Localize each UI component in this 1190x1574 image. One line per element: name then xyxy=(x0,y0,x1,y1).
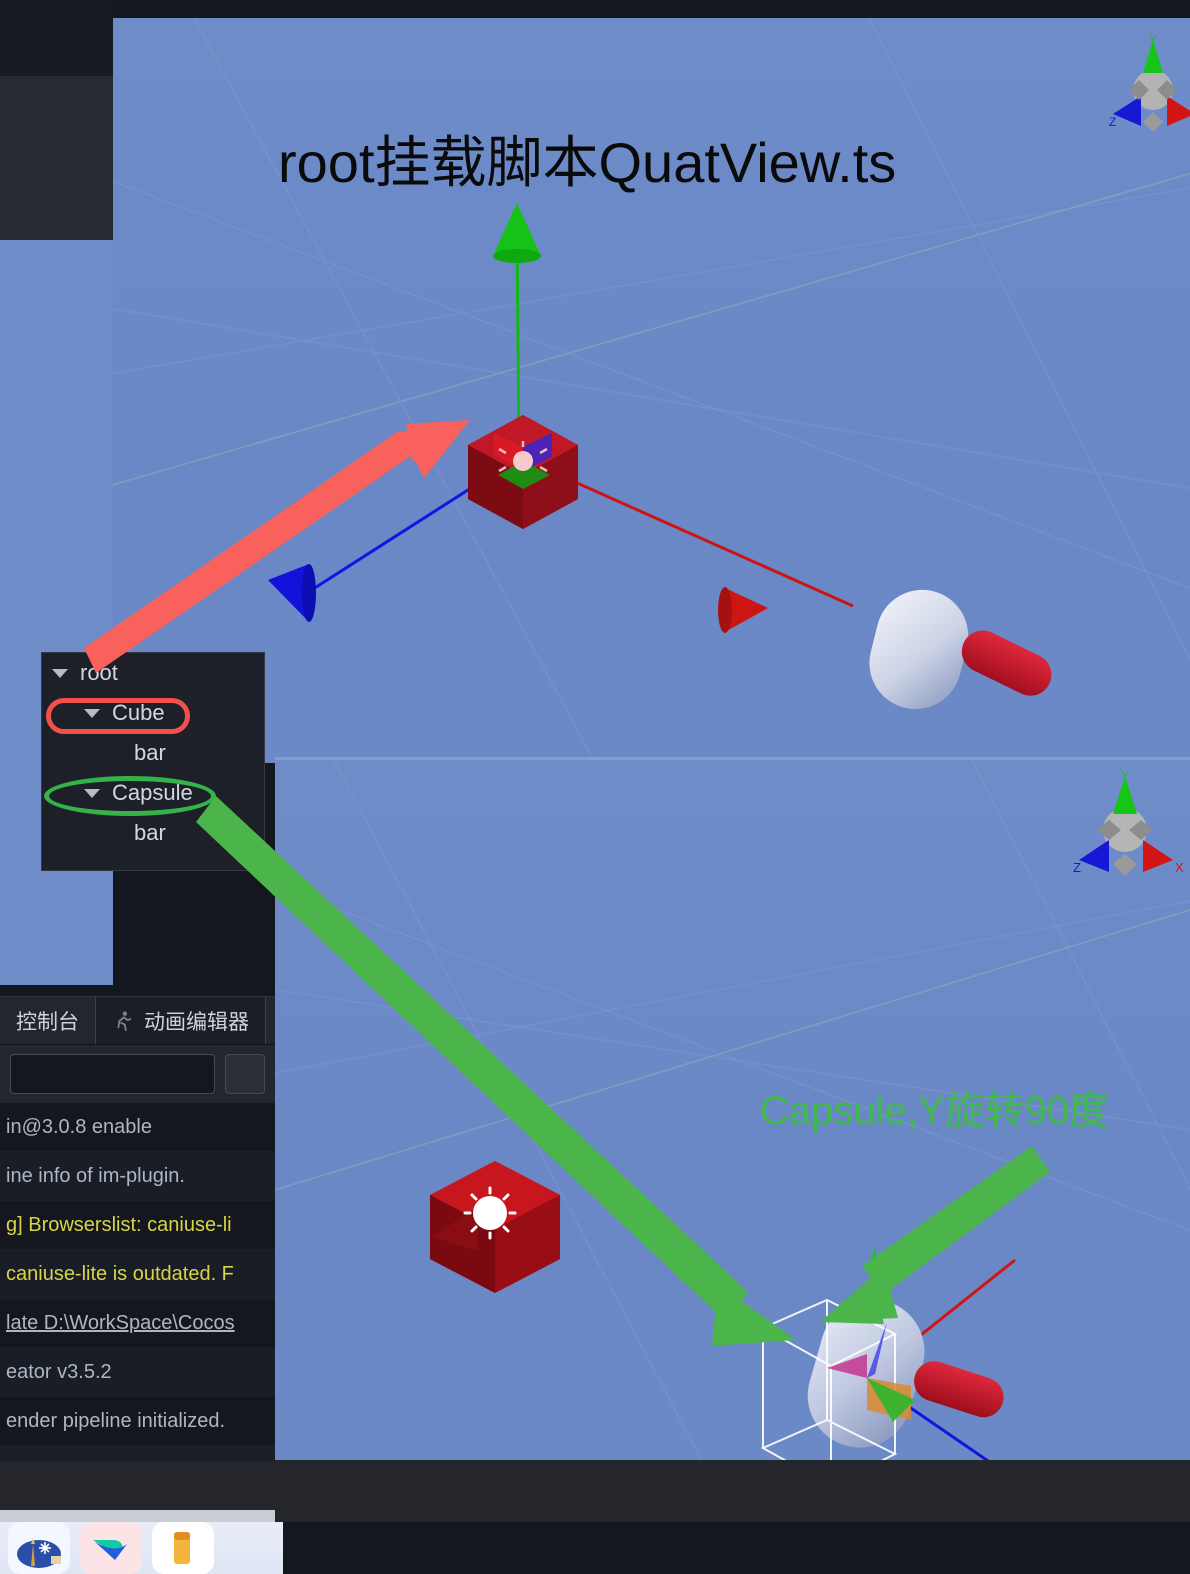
gizmo-y-label: Y xyxy=(1149,33,1157,47)
gizmo-z-label: Z xyxy=(1109,115,1116,129)
capsule-object-top[interactable] xyxy=(753,548,1073,748)
log-row[interactable]: late D:\WorkSpace\Cocos xyxy=(0,1299,275,1348)
hierarchy-node-cube[interactable]: Cube xyxy=(42,693,264,733)
tab-console[interactable]: 控制台 xyxy=(0,997,95,1044)
hierarchy-node-label: Capsule xyxy=(112,780,193,805)
log-row[interactable]: ender pipeline initialized. xyxy=(0,1397,275,1446)
bird-app-icon[interactable] xyxy=(80,1522,142,1574)
tab-console-label: 控制台 xyxy=(16,1010,79,1034)
axis-gizmo-top[interactable]: Y Z X xyxy=(1103,28,1190,138)
log-text: ine info of im-plugin. xyxy=(6,1164,185,1187)
hierarchy-node-cube-bar[interactable]: bar xyxy=(42,733,264,773)
tab-animation-editor[interactable]: 动画编辑器 xyxy=(95,997,266,1044)
editor-window: Y Z X root挂载脚本QuatView.ts xyxy=(0,0,1190,1574)
log-text: g] Browserslist: caniuse-li xyxy=(6,1213,232,1236)
tab-animation-editor-label: 动画编辑器 xyxy=(144,1010,249,1034)
hierarchy-node-root[interactable]: root xyxy=(42,653,264,693)
console-panel[interactable]: 控制台 动画编辑器 in@3.0.8 enable ine info of im… xyxy=(0,996,275,1461)
chevron-down-icon[interactable] xyxy=(84,788,100,798)
fireworks-app-icon[interactable] xyxy=(8,1522,70,1574)
cube-object-bottom[interactable] xyxy=(420,1155,570,1295)
log-row[interactable]: caniuse-lite is outdated. F xyxy=(0,1250,275,1299)
chevron-down-icon[interactable] xyxy=(84,708,100,718)
left-viewport-strip xyxy=(0,240,113,985)
cube-object-top[interactable] xyxy=(458,403,588,533)
axis-gizmo-bottom[interactable]: Y Z X xyxy=(1065,764,1185,884)
log-row[interactable]: eator v3.5.2 xyxy=(0,1348,275,1397)
scene-title-bottom: Capsule,Y旋转90度 xyxy=(760,1089,1110,1133)
log-text: eator v3.5.2 xyxy=(6,1360,112,1383)
log-row[interactable]: in@3.0.8 enable xyxy=(0,1103,275,1152)
hierarchy-node-label: bar xyxy=(134,820,166,845)
gizmo-y-label: Y xyxy=(1121,768,1130,783)
console-search-input[interactable] xyxy=(10,1054,215,1094)
gizmo-z-label: Z xyxy=(1073,860,1081,875)
capsule-object-bottom-selected[interactable] xyxy=(715,1250,1045,1460)
log-row[interactable]: g] Browserslist: caniuse-li xyxy=(0,1201,275,1250)
left-panel-top-strip xyxy=(0,0,113,76)
hierarchy-panel[interactable]: root Cube bar Capsule bar xyxy=(41,652,265,871)
hierarchy-node-label: root xyxy=(80,660,118,685)
hierarchy-node-label: bar xyxy=(134,740,166,765)
taskbar-separator xyxy=(0,1510,275,1522)
left-panel-mid-strip xyxy=(0,76,113,240)
run-icon xyxy=(117,1010,132,1031)
hierarchy-node-capsule[interactable]: Capsule xyxy=(42,773,264,813)
scene-title-top: root挂载脚本QuatView.ts xyxy=(278,131,897,194)
gizmo-x-label: X xyxy=(1175,860,1184,875)
log-text: in@3.0.8 enable xyxy=(6,1115,152,1138)
hierarchy-node-label: Cube xyxy=(112,700,165,725)
hierarchy-node-capsule-bar[interactable]: bar xyxy=(42,813,264,853)
console-toolbar[interactable] xyxy=(0,1045,275,1103)
chevron-down-icon[interactable] xyxy=(52,668,68,678)
os-taskbar[interactable] xyxy=(0,1522,283,1574)
console-tabstrip[interactable]: 控制台 动画编辑器 xyxy=(0,997,275,1045)
log-path-link[interactable]: late D:\WorkSpace\Cocos xyxy=(6,1312,235,1335)
log-text: caniuse-lite is outdated. F xyxy=(6,1262,234,1285)
console-filter-button[interactable] xyxy=(225,1054,265,1094)
log-row[interactable]: ine info of im-plugin. xyxy=(0,1152,275,1201)
note-app-icon[interactable] xyxy=(152,1522,214,1574)
log-text: ender pipeline initialized. xyxy=(6,1409,226,1432)
window-titlebar xyxy=(113,0,1190,18)
console-log-list[interactable]: in@3.0.8 enable ine info of im-plugin. g… xyxy=(0,1103,275,1446)
